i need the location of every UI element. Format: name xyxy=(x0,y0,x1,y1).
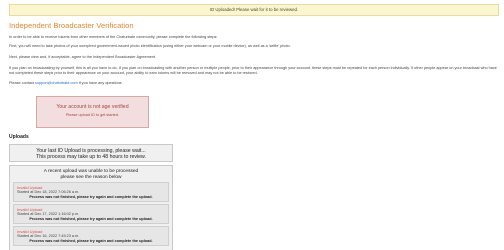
upload-message: Process was not finished, please try aga… xyxy=(29,194,153,199)
upload-message: Process was not finished, please try aga… xyxy=(29,238,153,243)
agreement-paragraph: Next, please view and, if acceptable, ag… xyxy=(9,55,157,59)
processing-notice: Your last ID Upload is processing, pleas… xyxy=(9,144,173,162)
age-status-subtitle: Please upload ID to get started. xyxy=(65,113,120,117)
processing-line-2: This process may take up to 48 hours to … xyxy=(36,153,146,160)
upload-message: Process was not finished, please try aga… xyxy=(29,216,153,221)
intro-paragraph: In order to be able to receive tokens fr… xyxy=(9,35,218,39)
upload-success-banner: ID Uploaded! Please wait for it to be re… xyxy=(9,4,499,16)
contact-prefix: Please contact xyxy=(9,81,35,85)
contact-suffix: if you have any questions. xyxy=(77,81,123,85)
contact-paragraph: Please contact support@chaturbate.com if… xyxy=(9,81,499,86)
multi-person-paragraph: If you plan on broadcasting by yourself,… xyxy=(9,66,497,75)
support-email-link[interactable]: support@chaturbate.com xyxy=(35,81,78,85)
page-title: Independent Broadcaster Verification xyxy=(9,21,134,30)
uploads-heading: Uploads xyxy=(9,134,29,140)
id-photo-paragraph: First, you will need to take photos of y… xyxy=(9,44,291,48)
failed-uploads-panel: A recent upload was unable to be process… xyxy=(9,165,173,250)
age-status-title: Your account is not age verified xyxy=(56,104,129,110)
upload-list-item: Invalid Upload Started at Dec 17, 2022 1… xyxy=(13,204,169,224)
upload-list-item: Invalid Upload Started at Dec 16, 2022 7… xyxy=(13,226,169,246)
failed-line-2: please see the reason below xyxy=(60,174,122,180)
age-verification-status: Your account is not age verified Please … xyxy=(36,96,149,128)
failed-uploads-header: A recent upload was unable to be process… xyxy=(10,166,172,182)
upload-list-item: Invalid Upload Started at Dec 18, 2022 7… xyxy=(13,182,169,202)
